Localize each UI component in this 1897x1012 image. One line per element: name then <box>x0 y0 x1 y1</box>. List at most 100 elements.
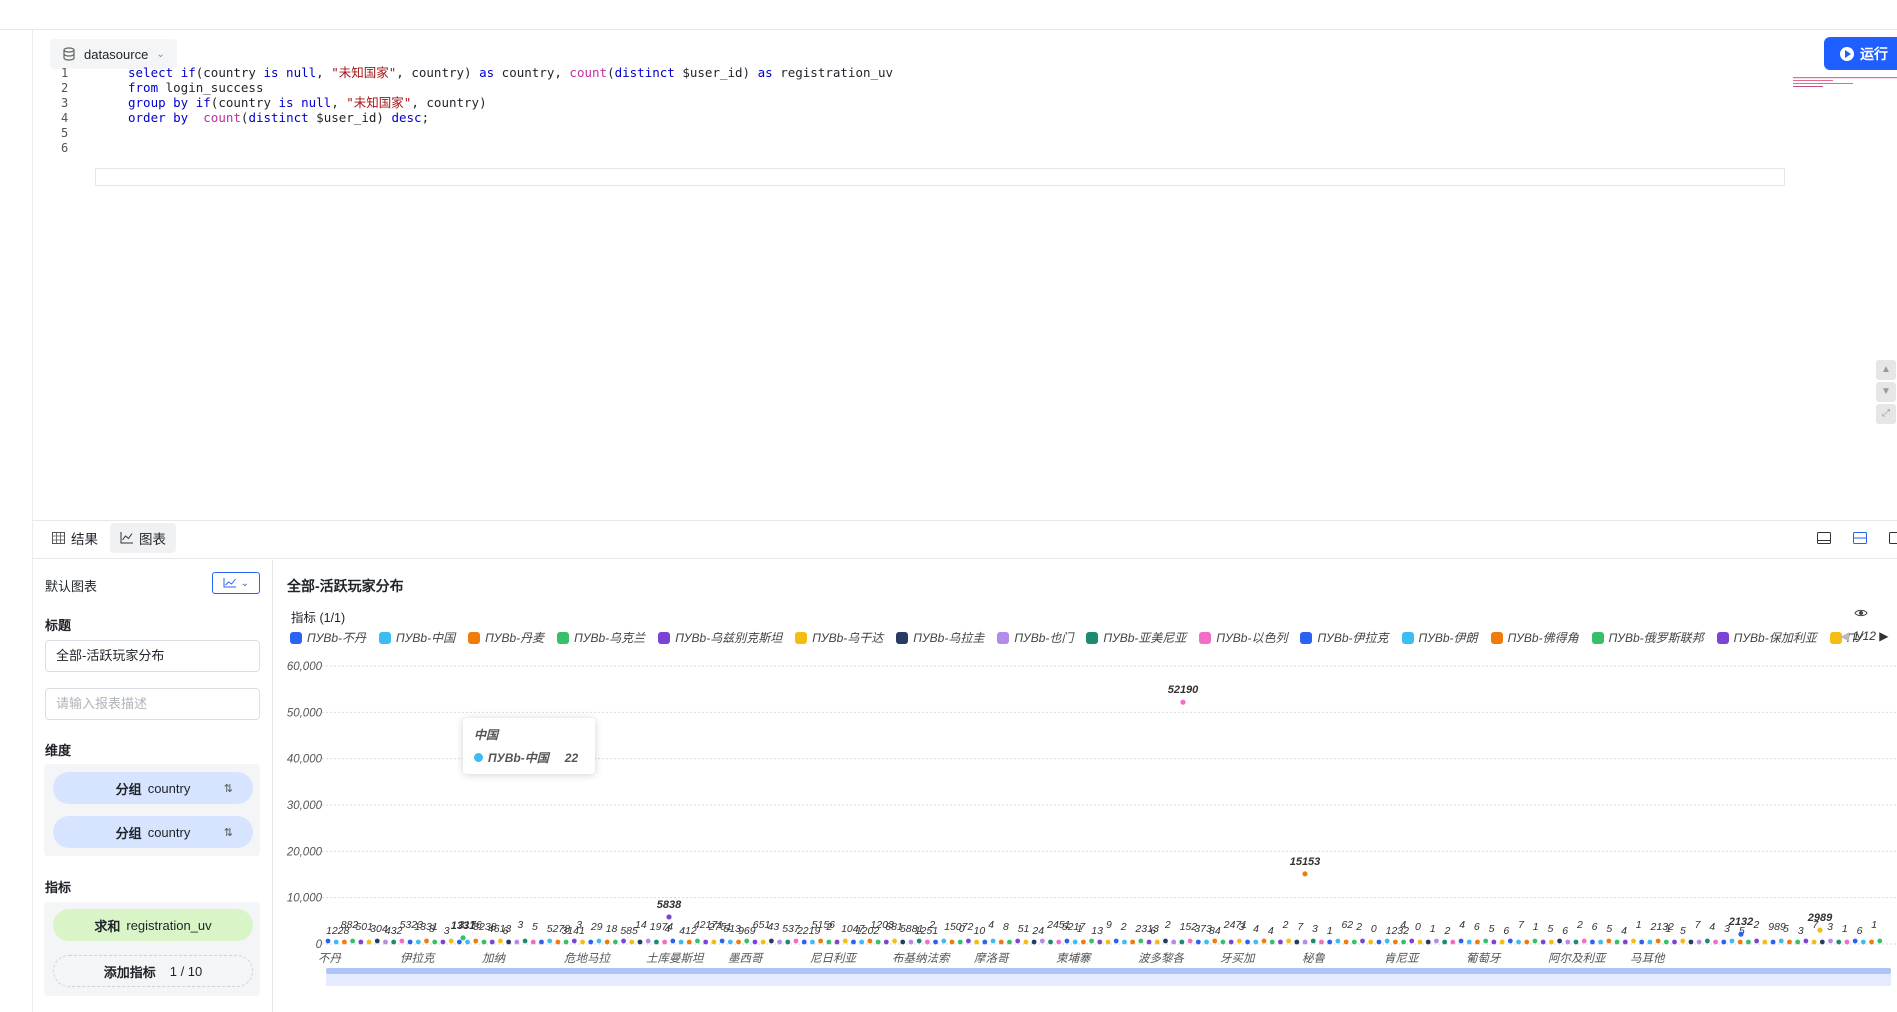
scatter-chart[interactable]: 60,00050,00040,00030,00020,00010,0000不丹伊… <box>280 650 1897 1000</box>
data-label: 4 <box>1400 919 1406 931</box>
legend-item[interactable]: ПУВb-丹麦 <box>468 629 544 646</box>
y-tick-label: 10,000 <box>287 893 323 905</box>
code-token: group by <box>128 95 196 110</box>
data-point <box>424 938 429 944</box>
run-label: 运行 <box>1860 45 1888 62</box>
code-token: (country <box>195 65 264 80</box>
y-tick-label: 20,000 <box>286 846 323 858</box>
data-point <box>752 939 758 945</box>
data-point <box>1844 939 1850 945</box>
eye-icon[interactable] <box>1854 606 1868 620</box>
data-label: 0 <box>1415 921 1421 933</box>
legend-item[interactable]: ПУВb-亚美尼亚 <box>1086 629 1186 646</box>
data-point <box>1064 938 1070 944</box>
legend-next-icon[interactable]: ▶ <box>1879 629 1888 643</box>
dimension-pill[interactable]: 分组 country ⇅ <box>53 772 253 804</box>
run-button[interactable]: 运行 <box>1824 37 1897 70</box>
layout-top-icon[interactable] <box>1888 530 1897 546</box>
data-point <box>867 938 873 944</box>
data-point <box>949 939 955 945</box>
legend-item[interactable]: ПУВb-中国 <box>379 629 455 646</box>
legend-item[interactable]: ПУВb-以色列 <box>1199 629 1287 646</box>
data-point <box>1442 939 1448 945</box>
data-point <box>1491 939 1497 945</box>
y-tick-label: 0 <box>316 939 323 951</box>
legend-pager[interactable]: ◀ 1/12 ▶ <box>1840 629 1889 643</box>
data-point <box>350 938 356 944</box>
data-point <box>1122 939 1127 945</box>
legend-item[interactable]: ПУВb-伊拉克 <box>1300 629 1389 646</box>
data-point <box>826 939 832 945</box>
chart-tooltip: 中国 ПУВb-中国 22 <box>463 718 595 774</box>
top-bar <box>0 0 1897 30</box>
legend-item[interactable]: ПУВb-乌干达 <box>795 629 883 646</box>
play-icon <box>1840 46 1854 61</box>
chart-legend[interactable]: ПУВb-不丹 ПУВb-中国 ПУВb-丹麦 ПУВb-乌克兰 ПУВb-乌兹别克斯坦… <box>290 629 1890 647</box>
data-point <box>1466 939 1472 945</box>
data-point <box>563 939 569 945</box>
legend-item[interactable]: ПУВb-保加利亚 <box>1716 629 1817 646</box>
code-token: from <box>128 80 159 95</box>
legend-item[interactable]: ПУВb-乌克兰 <box>557 629 645 646</box>
data-point <box>1450 939 1456 945</box>
add-metric-button[interactable]: 添加指标 1 / 10 <box>53 955 253 987</box>
legend-item[interactable]: ПУВb-乌拉圭 <box>896 629 984 646</box>
legend-item[interactable]: ПУВb-佛得角 <box>1490 629 1579 646</box>
legend-label: ПУВb-乌干达 <box>812 631 884 645</box>
expand-icon[interactable]: ⤢ <box>1876 404 1896 424</box>
data-label: 7 <box>1297 921 1304 933</box>
legend-item[interactable]: ПУВb-不丹 <box>290 629 366 646</box>
legend-item[interactable]: ПУВb-伊朗 <box>1401 629 1478 646</box>
data-label: 3 <box>1798 925 1804 937</box>
legend-item[interactable]: ПУВb-俄罗斯联邦 <box>1591 629 1704 646</box>
data-point <box>1778 938 1784 944</box>
tab-chart-label: 图表 <box>139 532 166 547</box>
code-token: order by <box>128 110 204 125</box>
data-label: 4 <box>988 919 994 931</box>
data-point <box>1828 938 1833 944</box>
left-rail <box>0 30 33 1012</box>
scroll-up-icon[interactable]: ▲ <box>1876 360 1896 380</box>
metric-pill[interactable]: 求和 registration_uv <box>53 909 253 941</box>
layout-bottom-icon[interactable] <box>1816 530 1832 546</box>
data-point <box>1483 938 1489 944</box>
data-point <box>908 939 914 945</box>
title-input[interactable]: 全部-活跃玩家分布 <box>45 640 260 672</box>
tab-results[interactable]: 结果 <box>42 523 108 553</box>
description-input[interactable]: 请输入报表描述 <box>45 688 260 720</box>
data-label: 6 <box>1474 921 1480 933</box>
sort-icon[interactable]: ⇅ <box>224 826 233 839</box>
data-point <box>1647 939 1653 945</box>
data-label: 3 <box>517 919 523 931</box>
data-point <box>1869 939 1874 945</box>
data-point <box>1803 938 1809 944</box>
data-point <box>498 938 503 944</box>
tab-chart[interactable]: 图表 <box>110 523 176 553</box>
chevron-down-icon: ⌄ <box>240 577 250 589</box>
legend-label: ПУВb-中国 <box>396 631 456 645</box>
legend-prev-icon[interactable]: ◀ <box>1840 629 1849 643</box>
data-label: 5 <box>1606 923 1612 935</box>
data-point <box>1007 939 1012 945</box>
dimension-pill[interactable]: 分组 country ⇅ <box>53 816 253 848</box>
chart-type-select[interactable]: ⌄ <box>212 572 260 594</box>
sort-icon[interactable]: ⇅ <box>224 782 233 795</box>
layout-split-icon[interactable] <box>1852 530 1868 546</box>
scroll-down-icon[interactable]: ▼ <box>1876 382 1896 402</box>
x-tick-label: 牙买加 <box>1220 952 1256 965</box>
data-label: 6 <box>1503 925 1509 937</box>
legend-item[interactable]: ПУВb-乌兹别克斯坦 <box>658 629 782 646</box>
data-label: 8 <box>429 923 435 935</box>
data-point <box>1852 938 1858 944</box>
code-token: country, <box>494 65 570 80</box>
x-tick-label: 不丹 <box>318 952 342 965</box>
data-point <box>883 939 889 945</box>
tooltip-row: ПУВb-中国 22 <box>474 749 584 766</box>
data-point <box>1877 938 1883 944</box>
data-label: 4 <box>1253 923 1259 935</box>
legend-item[interactable]: ПУВb-也门 <box>997 629 1073 646</box>
data-point <box>966 938 971 944</box>
data-label: 2 <box>1753 919 1760 931</box>
tooltip-value: 22 <box>564 750 579 765</box>
minimap[interactable] <box>1793 76 1897 88</box>
